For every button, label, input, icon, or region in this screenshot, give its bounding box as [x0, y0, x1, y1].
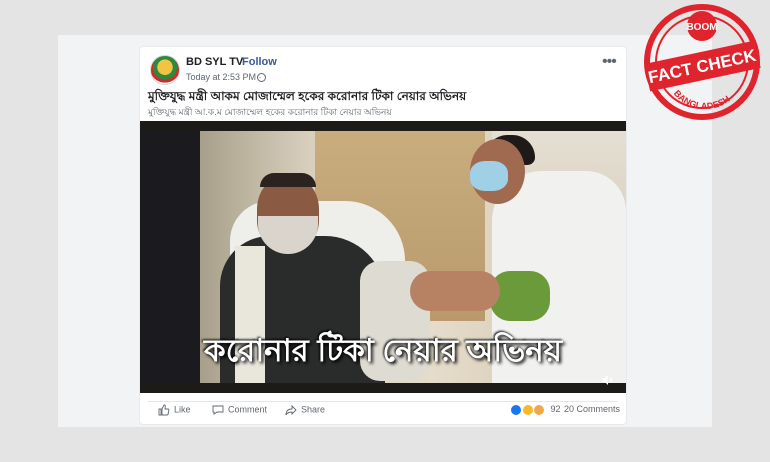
page-name[interactable]: BD SYL TV — [186, 56, 243, 68]
face-mask — [470, 161, 508, 191]
sad-reaction-icon — [533, 404, 546, 416]
facebook-post-card: BD SYL TV · Follow Today at 2:53 PM · ••… — [140, 47, 626, 424]
page-avatar[interactable] — [150, 55, 180, 85]
comment-icon — [212, 405, 224, 415]
haha-reaction-icon — [521, 404, 534, 416]
share-button[interactable]: Share — [285, 404, 325, 420]
globe-icon — [257, 73, 266, 82]
post-timestamp[interactable]: Today at 2:53 PM · — [186, 72, 262, 82]
separator-dot: · — [236, 56, 240, 68]
patient-hair — [260, 173, 316, 187]
divider — [148, 401, 618, 402]
video-player[interactable]: করোনার টিকা নেয়ার অভিনয় — [140, 121, 626, 393]
stamp-subtitle: BANGLADESH — [672, 88, 732, 111]
svg-text:BANGLADESH: BANGLADESH — [672, 88, 732, 111]
nurse-hands-syringe — [410, 271, 500, 311]
stamp-brand: BOOM — [686, 22, 717, 33]
reaction-count: 92 — [550, 404, 561, 415]
post-subline: মুক্তিযুদ্ধ মন্ত্রী আ.ক.ম মোজাম্মেল হকের… — [148, 107, 392, 117]
more-options-icon[interactable]: ••• — [602, 53, 617, 71]
share-label: Share — [301, 404, 326, 415]
like-label: Like — [174, 404, 191, 415]
comment-label: Comment — [228, 404, 268, 415]
thumbs-up-icon — [158, 404, 170, 416]
follow-button[interactable]: Follow — [242, 56, 277, 68]
like-button[interactable]: Like — [158, 404, 191, 420]
speaker-icon[interactable] — [601, 374, 613, 386]
like-reaction-icon — [510, 404, 522, 416]
share-icon — [285, 404, 297, 416]
reaction-summary[interactable]: 92 — [510, 404, 561, 420]
comment-button[interactable]: Comment — [212, 404, 267, 420]
video-caption: করোনার টিকা নেয়ার অভিনয় — [204, 333, 562, 368]
comment-count[interactable]: 20 Comments — [564, 404, 620, 414]
boom-fact-check-stamp: BOOM FACT CHECK BANGLADESH — [644, 4, 761, 120]
